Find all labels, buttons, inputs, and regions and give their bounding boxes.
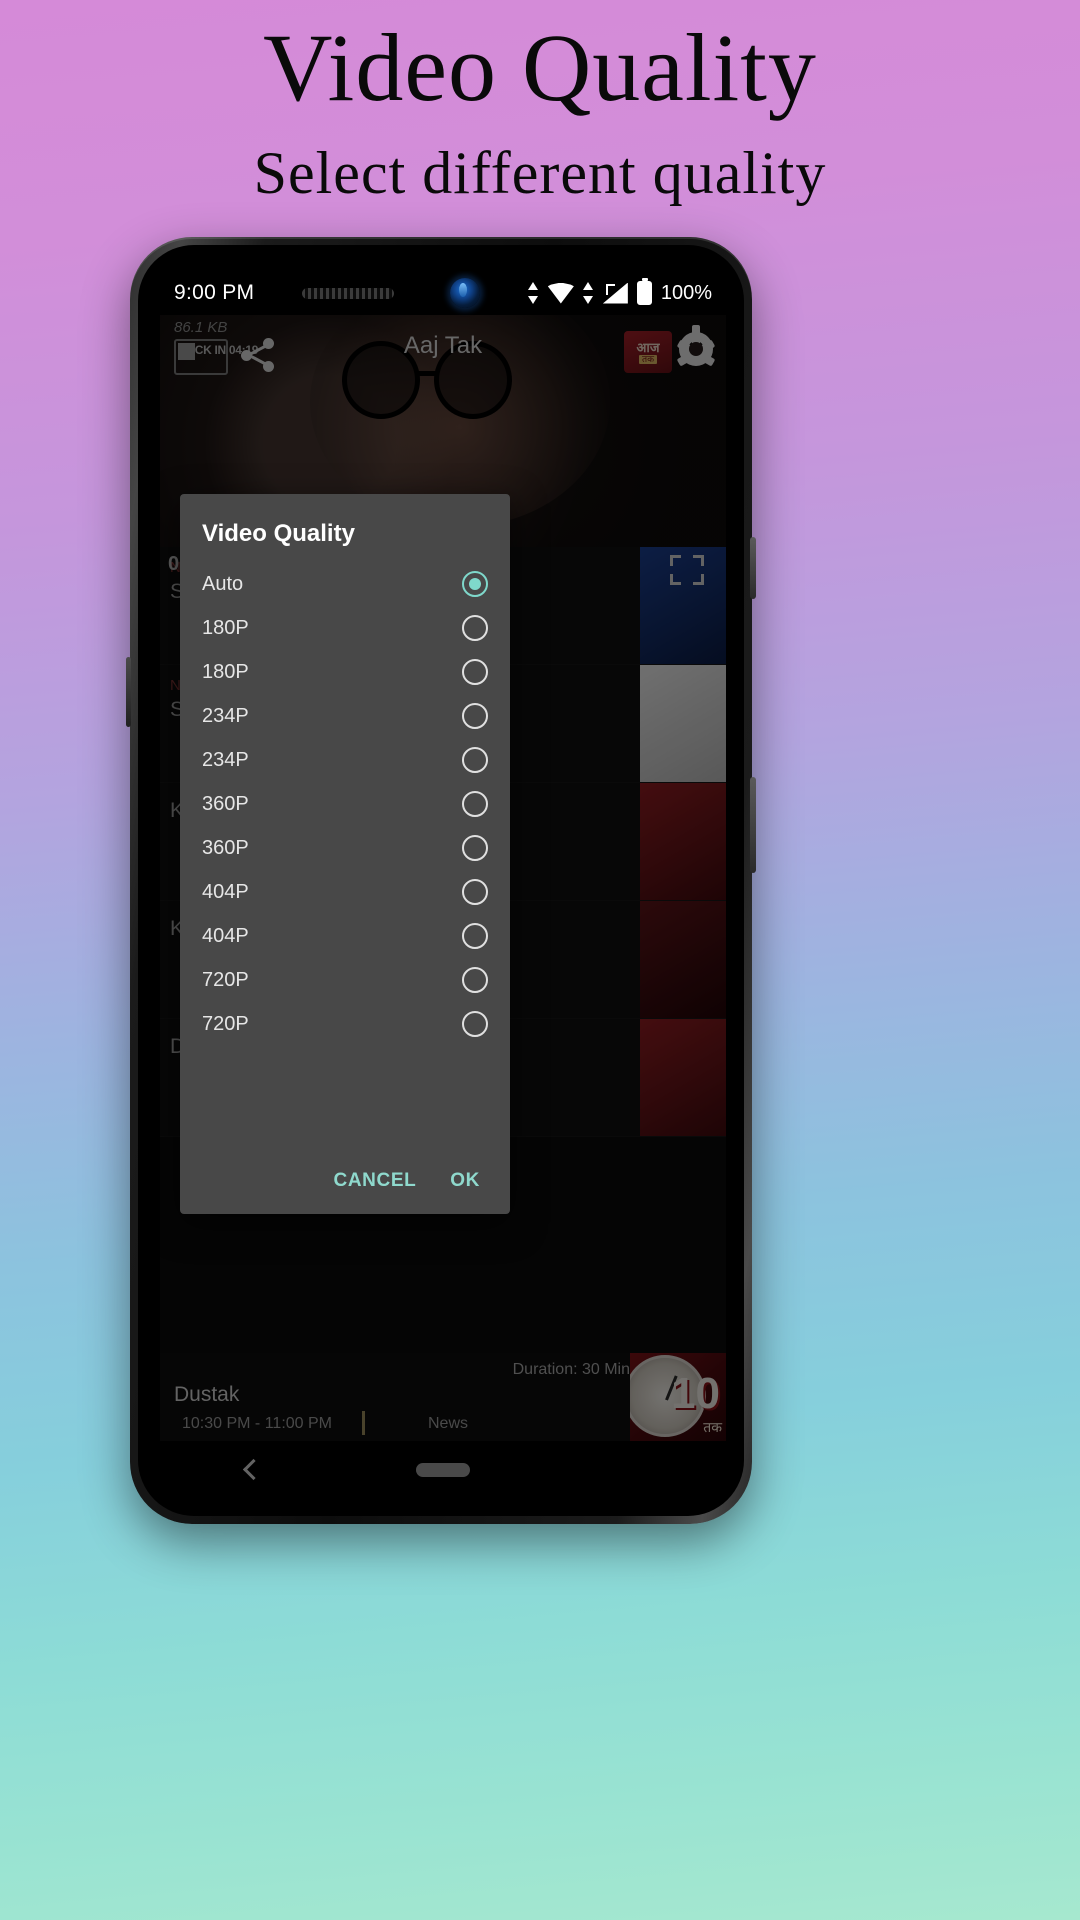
quality-option-360p-2[interactable]: 360P (180, 826, 510, 870)
quality-option-label: 180P (202, 616, 249, 639)
quality-option-label: 720P (202, 968, 249, 991)
quality-option-360p-1[interactable]: 360P (180, 782, 510, 826)
quality-option-label: 360P (202, 792, 249, 815)
quality-option-234p-1[interactable]: 234P (180, 694, 510, 738)
quality-options-list[interactable]: Auto 180P 180P 234P 234P 360P 360P 404P … (180, 562, 510, 1156)
quality-option-label: 234P (202, 748, 249, 771)
status-icons: 100% (527, 278, 712, 305)
quality-option-label: 180P (202, 660, 249, 683)
dialog-actions: CANCEL OK (180, 1156, 510, 1214)
ok-button[interactable]: OK (450, 1170, 480, 1192)
quality-option-720p-2[interactable]: 720P (180, 1002, 510, 1046)
phone-mockup: 9:00 PM 100% Video Quality Auto 180P 180… (126, 237, 756, 1524)
radio-button-selected[interactable] (462, 571, 488, 597)
radio-button[interactable] (462, 967, 488, 993)
radio-button[interactable] (462, 835, 488, 861)
radio-button[interactable] (462, 879, 488, 905)
quality-option-auto[interactable]: Auto (180, 562, 510, 606)
radio-button[interactable] (462, 747, 488, 773)
dialog-title: Video Quality (202, 520, 355, 547)
quality-option-label: 234P (202, 704, 249, 727)
quality-option-label: 720P (202, 1012, 249, 1035)
cancel-button[interactable]: CANCEL (334, 1170, 417, 1192)
quality-option-label: 360P (202, 836, 249, 859)
radio-button[interactable] (462, 1011, 488, 1037)
power-button[interactable] (750, 537, 756, 599)
quality-option-404p-1[interactable]: 404P (180, 870, 510, 914)
quality-option-label: 404P (202, 880, 249, 903)
signal-icon (602, 282, 628, 304)
battery-icon (636, 278, 652, 305)
mobile-data-arrows-icon (582, 282, 594, 304)
promo-title: Video Quality (263, 14, 817, 121)
quality-option-label: 404P (202, 924, 249, 947)
data-arrows-icon (527, 282, 539, 304)
quality-option-180p-1[interactable]: 180P (180, 606, 510, 650)
radio-button[interactable] (462, 791, 488, 817)
left-side-button[interactable] (126, 657, 131, 727)
status-notch-area (254, 278, 528, 308)
volume-button[interactable] (750, 777, 756, 873)
status-time: 9:00 PM (174, 281, 255, 304)
promo-header: Video Quality Select different quality (0, 0, 1080, 206)
radio-button[interactable] (462, 923, 488, 949)
quality-option-label: Auto (202, 572, 244, 595)
wifi-icon (547, 282, 574, 304)
quality-option-404p-2[interactable]: 404P (180, 914, 510, 958)
radio-button[interactable] (462, 703, 488, 729)
promo-subtitle: Select different quality (253, 139, 827, 206)
status-bar: 9:00 PM 100% (160, 271, 726, 315)
phone-screen: 9:00 PM 100% Video Quality Auto 180P 180… (160, 271, 726, 1499)
speaker-grill-icon (302, 287, 395, 299)
quality-option-720p-1[interactable]: 720P (180, 958, 510, 1002)
radio-button[interactable] (462, 615, 488, 641)
video-quality-dialog: Video Quality Auto 180P 180P 234P 234P 3… (180, 494, 510, 1214)
radio-button[interactable] (462, 659, 488, 685)
battery-percent: 100% (660, 281, 712, 304)
quality-option-180p-2[interactable]: 180P (180, 650, 510, 694)
quality-option-234p-2[interactable]: 234P (180, 738, 510, 782)
phone-bezel: 9:00 PM 100% Video Quality Auto 180P 180… (138, 245, 744, 1516)
front-camera-icon (450, 278, 481, 308)
